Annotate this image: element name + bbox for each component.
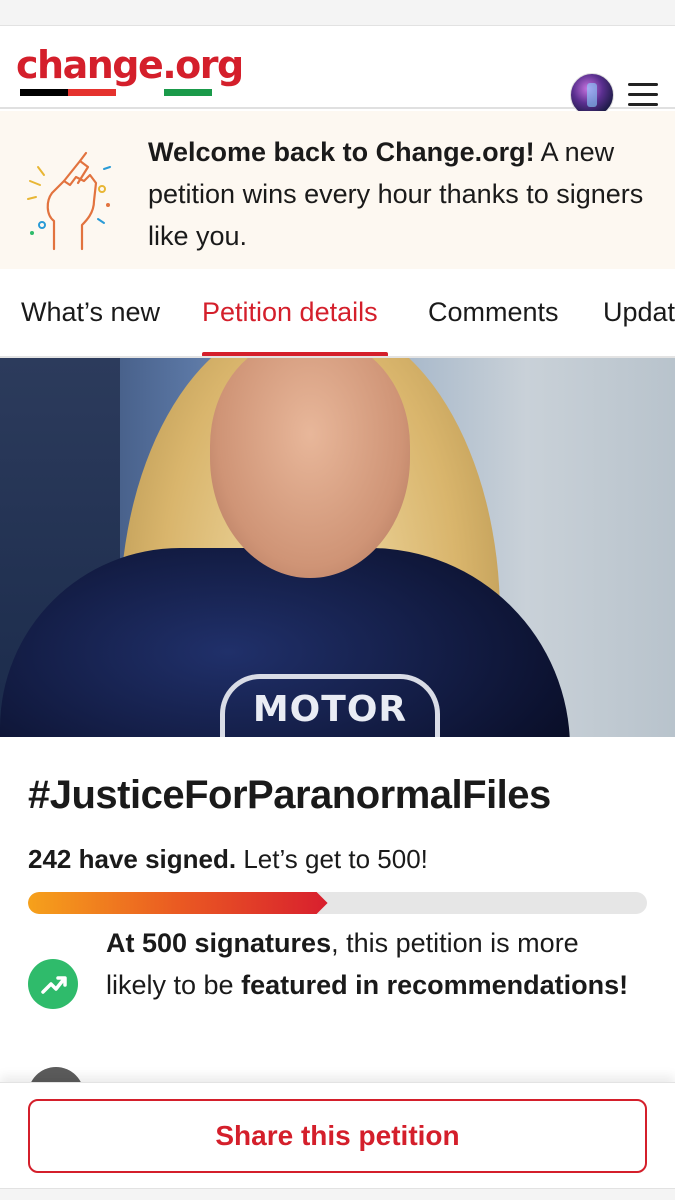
petition-hero-image: MOTOR: [0, 358, 675, 737]
tab-updates[interactable]: Updat: [603, 297, 675, 328]
share-petition-button[interactable]: Share this petition: [28, 1099, 647, 1173]
milestone-bold-2: featured in recommendations!: [241, 970, 629, 1000]
share-bar: Share this petition: [0, 1082, 675, 1188]
site-header: change.org: [0, 27, 675, 117]
petition-content: #JusticeForParanormalFiles 242 have sign…: [0, 737, 675, 1123]
change-org-logo[interactable]: change.org: [16, 43, 244, 87]
signed-count-bold: 242 have signed.: [28, 844, 237, 874]
logo-underline: [20, 89, 212, 96]
petition-title: #JusticeForParanormalFiles: [28, 773, 551, 817]
welcome-banner: Welcome back to Change.org! A new petiti…: [0, 111, 675, 269]
milestone-message: At 500 signatures, this petition is more…: [106, 922, 646, 1006]
hamburger-menu-icon[interactable]: [626, 83, 660, 111]
top-status-strip: [0, 0, 675, 26]
raised-fist-icon: [27, 151, 111, 251]
tab-petition-details[interactable]: Petition details: [202, 297, 378, 328]
trending-up-icon: [28, 959, 78, 1009]
petition-tabs: What’s new Petition details Comments Upd…: [0, 270, 675, 358]
milestone-bold-1: At 500 signatures: [106, 928, 332, 958]
shirt-logo: MOTOR: [220, 674, 440, 737]
signature-count: 242 have signed. Let’s get to 500!: [28, 844, 428, 875]
tab-whats-new[interactable]: What’s new: [21, 297, 160, 328]
welcome-message: Welcome back to Change.org! A new petiti…: [148, 131, 648, 257]
signature-progress-bar: [28, 892, 647, 914]
bottom-strip: [0, 1188, 675, 1200]
active-tab-indicator: [202, 352, 388, 356]
signature-progress-fill: [28, 892, 328, 914]
signed-goal-text: Let’s get to 500!: [236, 844, 428, 874]
tab-comments[interactable]: Comments: [428, 297, 559, 328]
welcome-bold: Welcome back to Change.org!: [148, 137, 535, 167]
